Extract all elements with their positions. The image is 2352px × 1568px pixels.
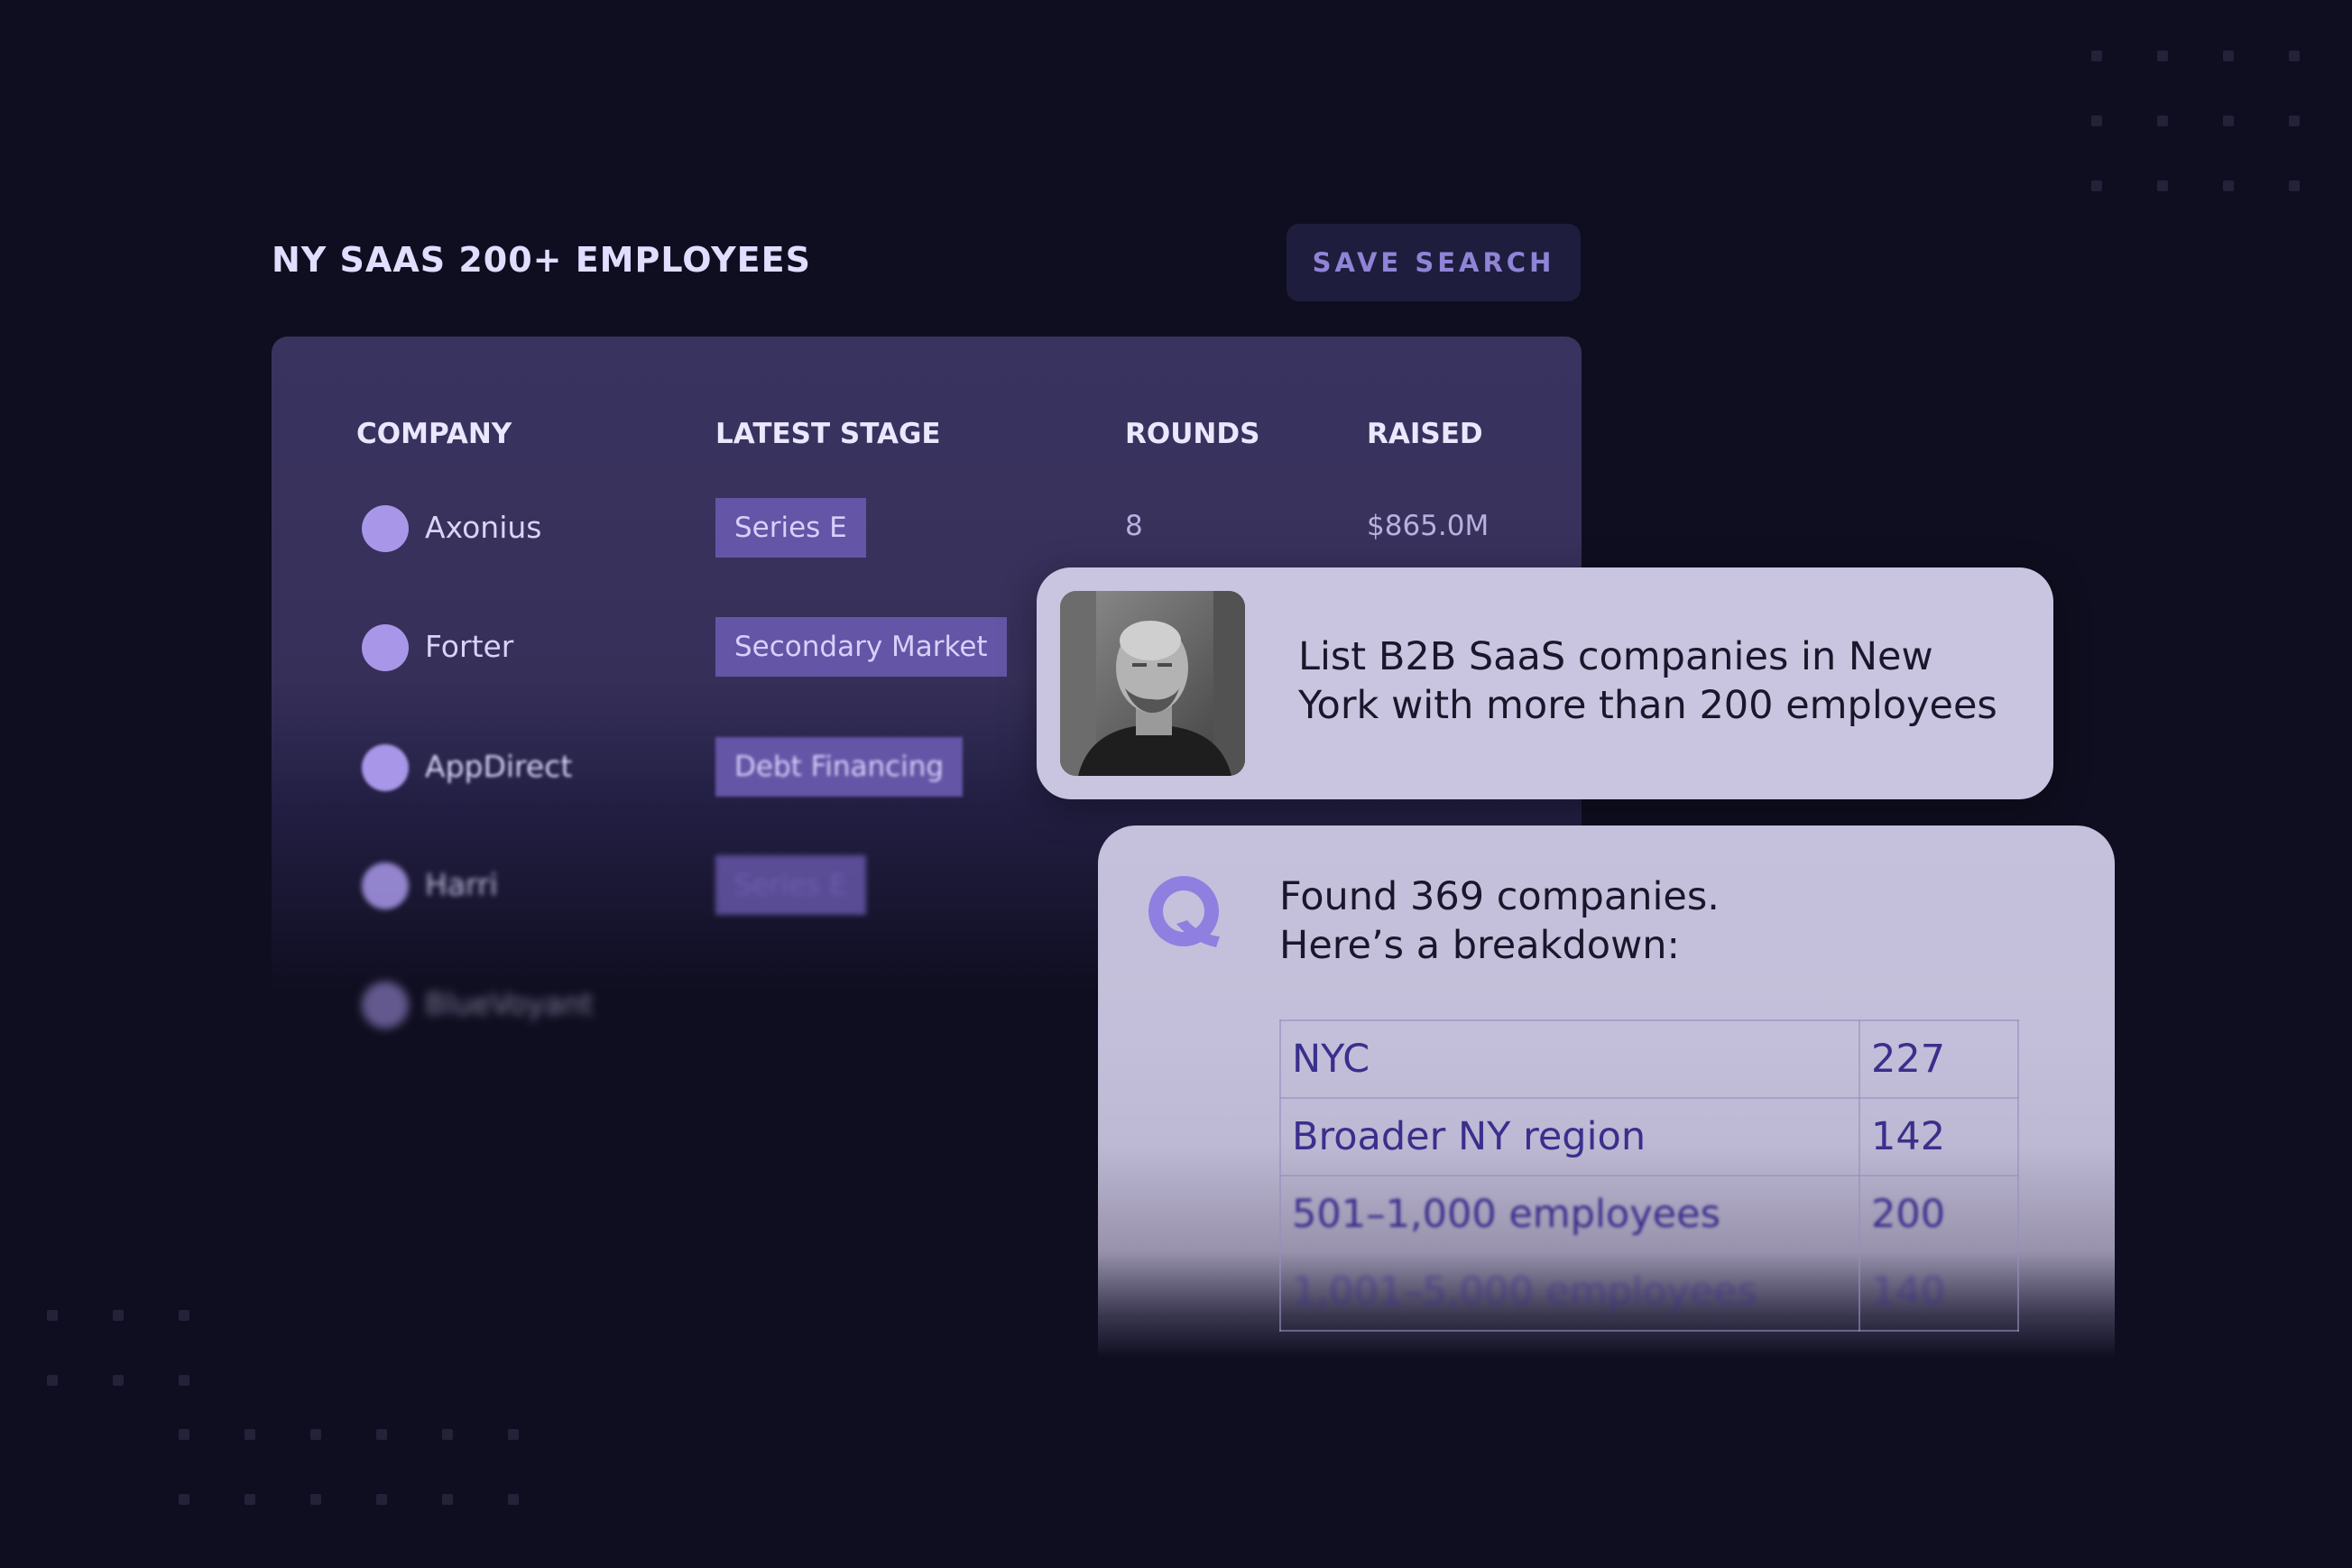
table-row: Broader NY region 142 [1279, 1097, 2019, 1176]
company-logo-icon [362, 862, 409, 909]
breakdown-label: 501–1,000 employees [1279, 1175, 1860, 1254]
breakdown-count: 140 [1859, 1252, 2019, 1332]
table-row: NYC 227 [1279, 1019, 2019, 1099]
column-header-rounds[interactable]: ROUNDS [1125, 418, 1259, 450]
breakdown-label: Broader NY region [1279, 1097, 1860, 1176]
company-logo-icon [362, 982, 409, 1028]
user-avatar [1060, 591, 1245, 776]
prompt-text: List B2B SaaS companies in New York with… [1298, 634, 1997, 728]
company-logo-icon [362, 744, 409, 791]
stage-chip: Debt Financing [715, 737, 964, 797]
breakdown-count: 227 [1859, 1019, 2019, 1099]
company-name[interactable]: BlueVoyant [425, 986, 594, 1021]
breakdown-table: NYC 227 Broader NY region 142 501–1,000 … [1279, 1019, 2019, 1332]
company-name[interactable]: Forter [425, 629, 513, 664]
stage-chip: Series E [715, 498, 866, 558]
breakdown-count: 200 [1859, 1175, 2019, 1254]
column-header-company[interactable]: COMPANY [356, 418, 512, 450]
assistant-answer-message: Found 369 companies. Here’s a breakdown:… [1098, 826, 2115, 1358]
column-header-raised[interactable]: RAISED [1367, 418, 1483, 450]
breakdown-count: 142 [1859, 1097, 2019, 1176]
answer-text: Found 369 companies. Here’s a breakdown: [1279, 872, 2001, 970]
column-header-latest-stage[interactable]: LATEST STAGE [715, 418, 941, 450]
raised-amount: $865.0M [1367, 510, 1490, 542]
company-name[interactable]: Axonius [425, 510, 541, 545]
q-logo-icon [1148, 876, 1220, 947]
answer-line-1: Found 369 companies. [1279, 874, 1720, 919]
table-row[interactable]: Axonius Series E 8 $865.0M [272, 492, 1582, 564]
answer-line-2: Here’s a breakdown: [1279, 923, 1680, 968]
user-photo-icon [1060, 591, 1245, 776]
table-row: 1,001–5,000 employees 140 [1279, 1252, 2019, 1332]
saved-search-title: NY SAAS 200+ EMPLOYEES [272, 240, 811, 280]
company-logo-icon [362, 624, 409, 671]
breakdown-label: NYC [1279, 1019, 1860, 1099]
dot-grid-bottom-left [47, 1310, 534, 1508]
breakdown-label: 1,001–5,000 employees [1279, 1252, 1860, 1332]
user-prompt-message: List B2B SaaS companies in New York with… [1037, 567, 2053, 799]
stage-chip: Secondary Market [715, 617, 1007, 677]
table-row: 501–1,000 employees 200 [1279, 1175, 2019, 1254]
company-name[interactable]: Harri [425, 867, 498, 902]
stage-chip: Series E [715, 855, 866, 915]
company-logo-icon [362, 505, 409, 552]
rounds-count: 8 [1125, 510, 1143, 542]
save-search-button[interactable]: SAVE SEARCH [1287, 224, 1581, 301]
dot-grid-top-right [2091, 51, 2308, 195]
company-name[interactable]: AppDirect [425, 749, 572, 784]
